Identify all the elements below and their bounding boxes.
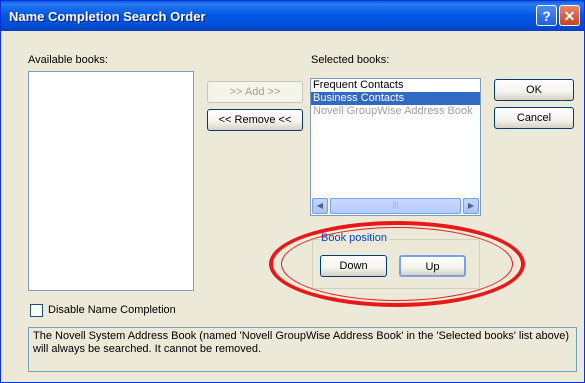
close-button[interactable]: ✕	[559, 5, 580, 26]
selected-books-list[interactable]: Frequent Contacts Business Contacts Nove…	[310, 78, 481, 216]
info-message: The Novell System Address Book (named 'N…	[28, 327, 577, 372]
cancel-button[interactable]: Cancel	[494, 107, 574, 129]
disable-name-completion-label[interactable]: Disable Name Completion	[48, 304, 176, 316]
scroll-thumb[interactable]: |||	[330, 198, 461, 214]
ok-button[interactable]: OK	[494, 79, 574, 101]
help-button[interactable]: ?	[536, 5, 557, 26]
list-item[interactable]: Frequent Contacts	[311, 79, 480, 92]
available-books-label: Available books:	[28, 54, 108, 66]
add-button[interactable]: >> Add >>	[207, 81, 303, 103]
highlight-ellipse-inner	[281, 227, 513, 301]
grip-icon: |||	[392, 202, 399, 209]
remove-button[interactable]: << Remove <<	[207, 109, 303, 131]
disable-name-completion-checkbox[interactable]	[30, 304, 43, 317]
list-item[interactable]: Novell GroupWise Address Book	[311, 105, 480, 118]
arrow-right-icon: ▶	[467, 201, 475, 210]
scroll-left-button[interactable]: ◀	[312, 198, 328, 214]
title-bar[interactable]: Name Completion Search Order ? ✕	[1, 1, 584, 31]
available-books-list[interactable]	[28, 71, 194, 291]
arrow-left-icon: ◀	[316, 201, 324, 210]
horizontal-scrollbar[interactable]: ◀ ||| ▶	[312, 198, 479, 214]
close-icon: ✕	[563, 8, 576, 24]
dialog-window: Name Completion Search Order ? ✕ Availab…	[0, 0, 585, 383]
window-title: Name Completion Search Order	[9, 9, 206, 24]
help-icon: ?	[542, 8, 551, 24]
scroll-right-button[interactable]: ▶	[463, 198, 479, 214]
list-item[interactable]: Business Contacts	[311, 92, 480, 105]
selected-books-label: Selected books:	[311, 54, 390, 66]
